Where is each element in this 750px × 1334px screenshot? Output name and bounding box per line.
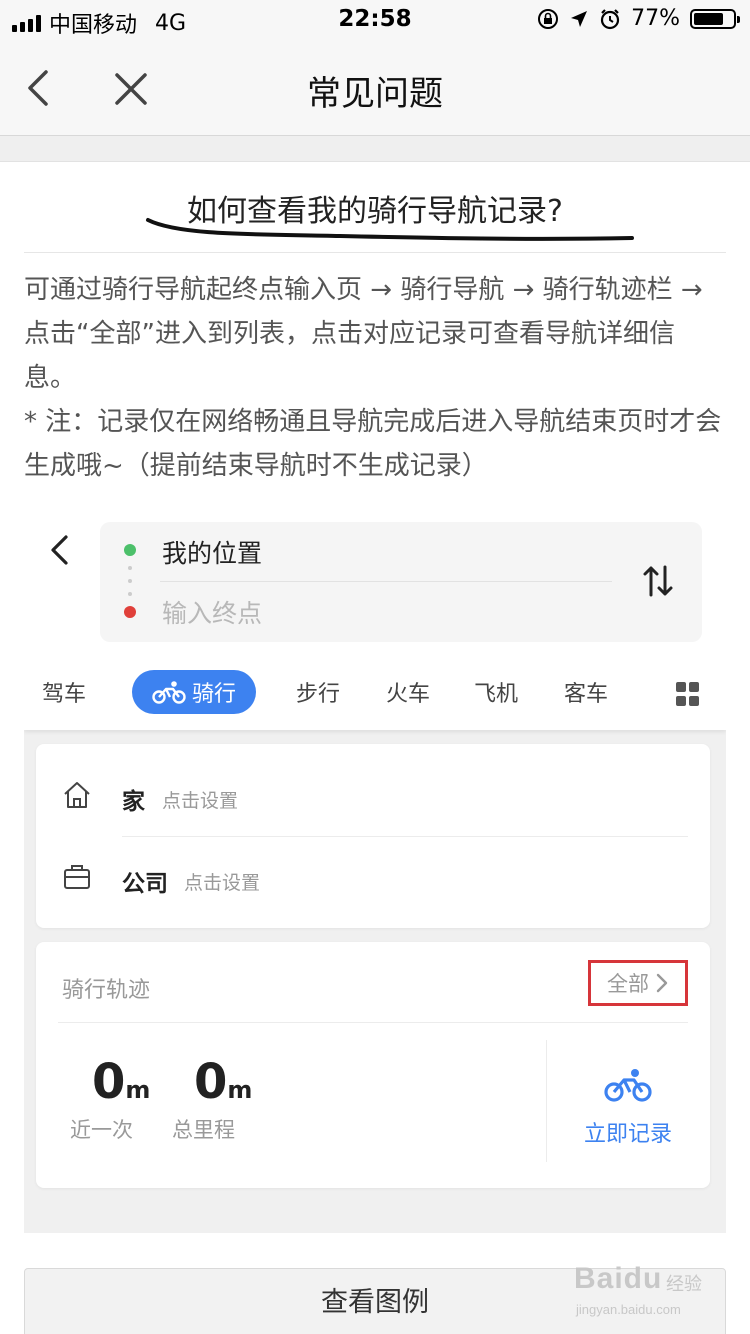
orientation-lock-icon [538, 8, 559, 29]
briefcase-icon [64, 865, 90, 889]
chevron-right-icon [656, 973, 668, 993]
tab-cycling-active: 骑行 [132, 670, 256, 714]
watermark-brand: Baidu [574, 1262, 663, 1295]
tab-cycling-label: 骑行 [191, 682, 236, 707]
origin-field: 我的位置 [162, 539, 263, 568]
track-title: 骑行轨迹 [62, 978, 151, 1003]
home-icon [64, 782, 90, 808]
nav-bar: 常见问题 [0, 40, 750, 136]
more-modes-icon [676, 682, 700, 706]
watermark-tag: 经验 [666, 1274, 702, 1295]
favorite-places-card: 家 点击设置 公司 点击设置 [36, 744, 710, 928]
alarm-icon [600, 8, 620, 29]
home-label: 家 [122, 789, 145, 815]
total-distance-unit: m [227, 1076, 253, 1104]
route-input-box: 我的位置 输入终点 [100, 522, 702, 642]
article-paragraph: 可通过骑行导航起终点输入页 → 骑行导航 → 骑行轨迹栏 → 点击“全部”进入到… [24, 275, 703, 393]
article-note: * 注：记录仅在网络畅通且导航完成后进入导航结束页时才会生成哦~（提前结束导航时… [24, 407, 722, 481]
status-bar: 中国移动 4G 22:58 77% [0, 0, 750, 40]
battery-icon [690, 8, 740, 29]
tab-walk: 步行 [296, 682, 341, 707]
stats-divider [546, 1040, 547, 1162]
total-distance-value: 0m [194, 1054, 252, 1110]
last-distance-value: 0m [92, 1054, 150, 1110]
status-right: 77% [537, 6, 740, 31]
tab-train: 火车 [386, 682, 431, 707]
travel-mode-tabs: 驾车 骑行 步行 火车 飞机 客车 [24, 668, 726, 718]
location-arrow-icon [571, 10, 588, 27]
origin-dot-icon [124, 544, 136, 556]
route-connector-icon [128, 566, 132, 596]
tab-drive: 驾车 [42, 682, 87, 707]
watermark-url: jingyan.baidu.com [576, 1302, 681, 1317]
all-records-link-highlight: 全部 [588, 960, 688, 1006]
back-icon [51, 535, 68, 565]
handwritten-underline [146, 218, 634, 241]
embedded-screenshot: 我的位置 输入终点 驾车 骑行 步行 火车 飞机 客车 家 点击设置 公司 点击… [24, 498, 726, 1233]
tab-flight: 飞机 [474, 682, 519, 707]
swap-icon [643, 565, 673, 597]
work-hint: 点击设置 [184, 872, 261, 894]
page-title: 常见问题 [307, 74, 443, 114]
route-divider [160, 581, 612, 582]
last-distance-unit: m [125, 1076, 151, 1104]
home-hint: 点击设置 [162, 790, 239, 812]
route-header: 我的位置 输入终点 驾车 骑行 步行 火车 飞机 客车 [24, 498, 726, 730]
track-divider [58, 1022, 688, 1023]
tab-coach: 客车 [564, 682, 609, 707]
places-divider [122, 836, 688, 837]
bicycle-icon [604, 1069, 652, 1102]
bicycle-icon [152, 681, 186, 704]
header-separator [0, 136, 750, 162]
record-now-button: 立即记录 [584, 1122, 673, 1147]
all-records-label: 全部 [607, 972, 649, 996]
baidu-jingyan-watermark: Baidu 经验 jingyan.baidu.com [574, 1262, 718, 1324]
last-distance-label: 近一次 [70, 1118, 133, 1142]
article-body: 可通过骑行导航起终点输入页 → 骑行导航 → 骑行轨迹栏 → 点击“全部”进入到… [24, 268, 726, 488]
destination-dot-icon [124, 606, 136, 618]
total-distance-label: 总里程 [172, 1118, 235, 1142]
destination-field: 输入终点 [162, 599, 263, 628]
last-distance-number: 0 [92, 1054, 126, 1110]
title-divider [24, 252, 726, 253]
work-label: 公司 [122, 871, 168, 897]
cycling-track-card: 骑行轨迹 全部 0m 近一次 0m 总里程 立即记录 [36, 942, 710, 1188]
battery-percent: 77% [631, 6, 680, 31]
total-distance-number: 0 [194, 1054, 228, 1110]
